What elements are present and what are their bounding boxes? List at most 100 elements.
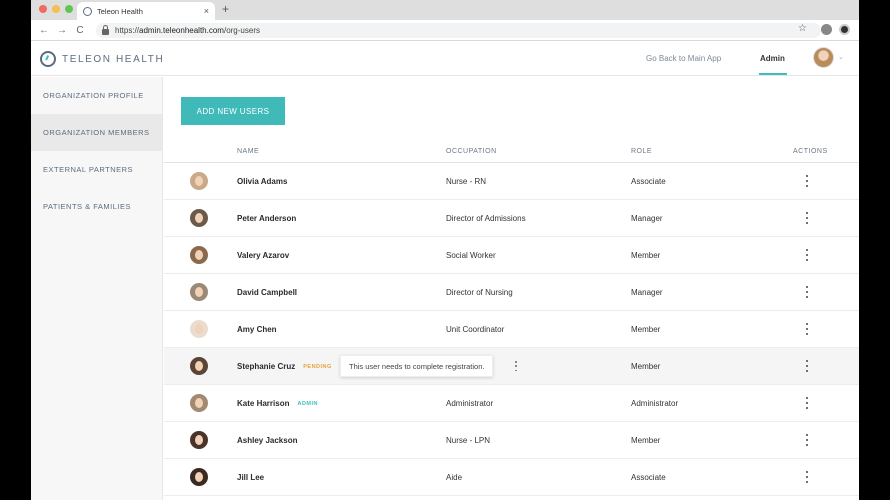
column-header-role[interactable]: ROLE [631,148,652,155]
member-role: Associate [631,177,666,186]
admin-badge: ADMIN [297,401,318,407]
more-actions-icon[interactable] [804,360,810,372]
member-name: David Campbell [237,288,298,297]
member-name-text: Kate Harrison [237,399,290,408]
table-row[interactable]: Olivia Adams Nurse - RN Associate [164,163,859,200]
minimize-window-button[interactable] [52,5,60,13]
url-scheme: https:// [115,26,140,35]
more-actions-icon[interactable] [804,397,810,409]
avatar [190,172,208,190]
brand-logo[interactable]: TELEON HEALTH [40,51,164,67]
member-role: Manager [631,214,663,223]
sidebar-item-patients-families[interactable]: PATIENTS & FAMILIES [31,188,162,225]
member-name: Amy Chen [237,325,277,334]
table-row[interactable]: Stephanie Cruz PENDING This user needs to… [164,348,859,385]
main-content: ADD NEW USERS NAME OCCUPATION ROLE ACTIO… [164,77,859,500]
extension-icon[interactable] [839,24,850,35]
member-occupation: Aide [446,473,463,482]
registration-tooltip: This user needs to complete registration… [340,355,494,377]
member-role: Member [631,436,661,445]
avatar [190,209,208,227]
sidebar-item-organization-profile[interactable]: ORGANIZATION PROFILE [31,77,162,114]
table-row[interactable]: Ashley Jackson Nurse - LPN Member [164,422,859,459]
address-bar[interactable]: https://admin.teleonhealth.com/org-users [96,23,821,38]
column-header-occupation[interactable]: OCCUPATION [446,148,497,155]
avatar [190,431,208,449]
avatar [190,320,208,338]
avatar [190,357,208,375]
more-actions-icon[interactable] [804,471,810,483]
column-header-name[interactable]: NAME [237,148,259,155]
table-row[interactable]: Peter Anderson Director of Admissions Ma… [164,200,859,237]
url-text: https://admin.teleonhealth.com/org-users [115,26,260,35]
avatar [190,394,208,412]
member-role: Manager [631,288,663,297]
sidebar-item-organization-members[interactable]: ORGANIZATION MEMBERS [31,114,162,151]
members-table: NAME OCCUPATION ROLE ACTIONS Olivia Adam… [164,140,859,496]
table-row[interactable]: Amy Chen Unit Coordinator Member [164,311,859,348]
sidebar-item-label: PATIENTS & FAMILIES [43,202,131,211]
reload-button[interactable]: C [71,25,89,36]
maximize-window-button[interactable] [65,5,73,13]
url-host: admin.teleonhealth.com [139,26,224,35]
back-button[interactable]: ← [35,25,53,36]
member-name: Valery Azarov [237,251,290,260]
member-occupation: Unit Coordinator [446,325,505,334]
member-occupation: Social Worker [446,251,496,260]
column-header-actions: ACTIONS [793,148,828,155]
chevron-down-icon[interactable]: ⌄ [838,53,844,61]
forward-button[interactable]: → [53,25,71,36]
tooltip-more-icon [515,361,519,371]
browser-tab[interactable]: Teleon Health × [77,2,215,20]
close-window-button[interactable] [39,5,47,13]
table-row[interactable]: Jill Lee Aide Associate [164,459,859,496]
more-actions-icon[interactable] [804,286,810,298]
member-name: Jill Lee [237,473,265,482]
logo-icon [40,51,56,67]
member-occupation: Nurse - LPN [446,436,491,445]
go-back-link[interactable]: Go Back to Main App [646,54,721,63]
more-actions-icon[interactable] [804,434,810,446]
member-name: Stephanie Cruz PENDING [237,362,332,371]
active-nav-indicator [759,73,787,75]
tab-title: Teleon Health [97,6,143,16]
admin-nav-link[interactable]: Admin [760,54,785,63]
app-header: TELEON HEALTH Go Back to Main App Admin … [31,41,859,76]
bookmark-star-icon[interactable]: ☆ [798,23,807,34]
profile-icon[interactable] [821,24,832,35]
member-role: Member [631,251,661,260]
sidebar-item-label: EXTERNAL PARTNERS [43,165,134,174]
more-actions-icon[interactable] [804,175,810,187]
member-occupation: Director of Nursing [446,288,513,297]
more-actions-icon[interactable] [804,249,810,261]
member-name: Peter Anderson [237,214,297,223]
table-row[interactable]: Valery Azarov Social Worker Member [164,237,859,274]
avatar [190,246,208,264]
sidebar-item-external-partners[interactable]: EXTERNAL PARTNERS [31,151,162,188]
tab-close-icon[interactable]: × [204,6,209,16]
avatar [190,468,208,486]
more-actions-icon[interactable] [804,212,810,224]
table-header: NAME OCCUPATION ROLE ACTIONS [164,140,859,163]
member-name: Olivia Adams [237,177,288,186]
member-name: Kate Harrison ADMIN [237,399,318,408]
sidebar-item-label: ORGANIZATION MEMBERS [43,128,150,137]
member-occupation: Administrator [446,399,494,408]
browser-window: Teleon Health × + ← → C https://admin.te… [31,0,859,500]
member-role: Administrator [631,399,679,408]
member-name: Ashley Jackson [237,436,298,445]
browser-toolbar: ← → C https://admin.teleonhealth.com/org… [31,20,859,41]
tab-strip: Teleon Health × + [31,0,859,20]
member-occupation: Director of Admissions [446,214,526,223]
window-controls [39,5,73,13]
pending-badge: PENDING [303,364,332,370]
member-occupation: Nurse - RN [446,177,487,186]
more-actions-icon[interactable] [804,323,810,335]
table-row[interactable]: David Campbell Director of Nursing Manag… [164,274,859,311]
member-role: Member [631,362,661,371]
url-path: /org-users [223,26,260,35]
user-avatar[interactable] [813,47,834,68]
table-row[interactable]: Kate Harrison ADMIN Administrator Adminis… [164,385,859,422]
new-tab-button[interactable]: + [222,2,229,16]
add-new-users-button[interactable]: ADD NEW USERS [181,97,285,125]
